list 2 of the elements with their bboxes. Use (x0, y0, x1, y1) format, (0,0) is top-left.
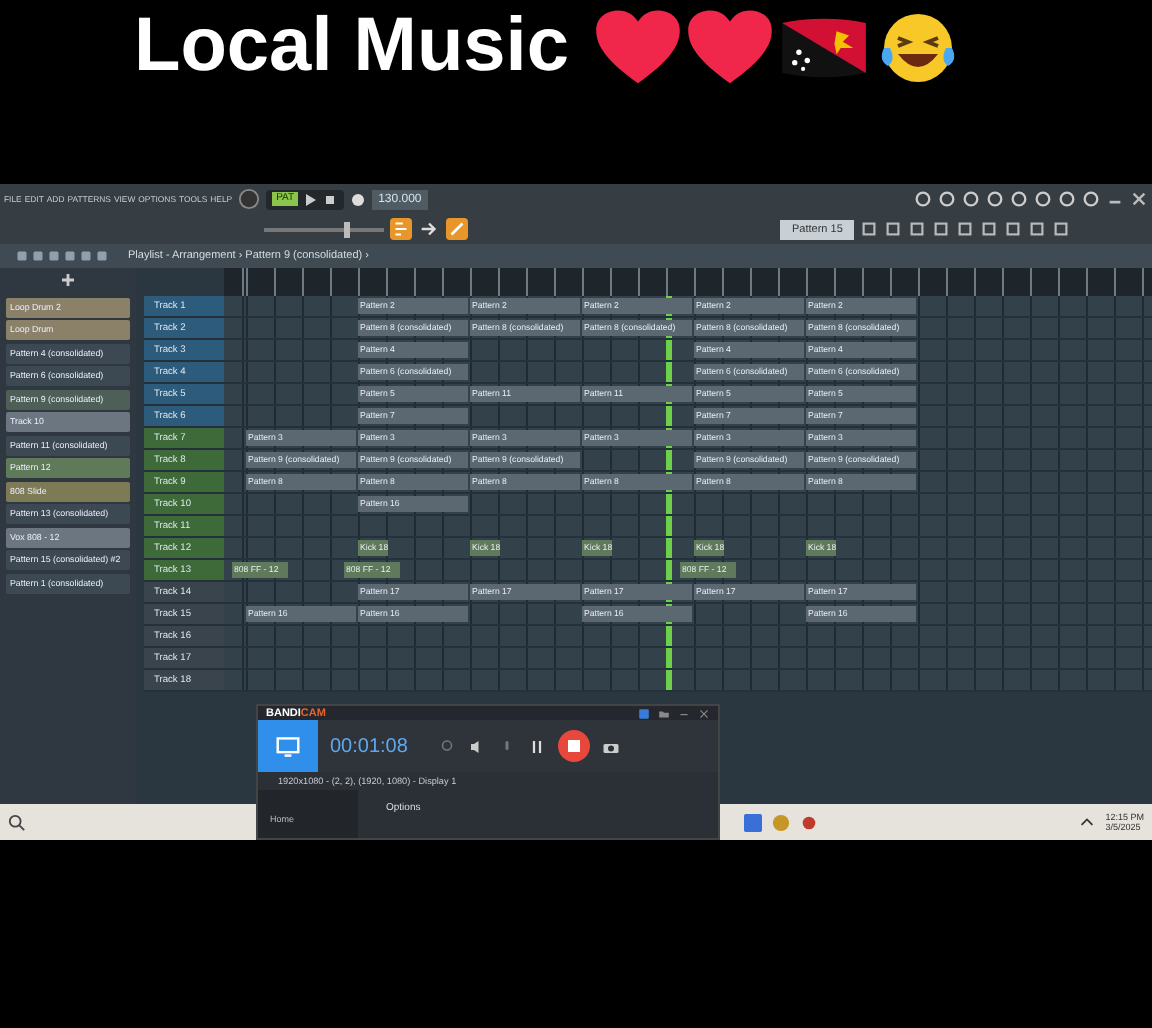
recording-timer: 00:01:08 (330, 735, 410, 757)
caption-text: Local Music (134, 2, 569, 90)
